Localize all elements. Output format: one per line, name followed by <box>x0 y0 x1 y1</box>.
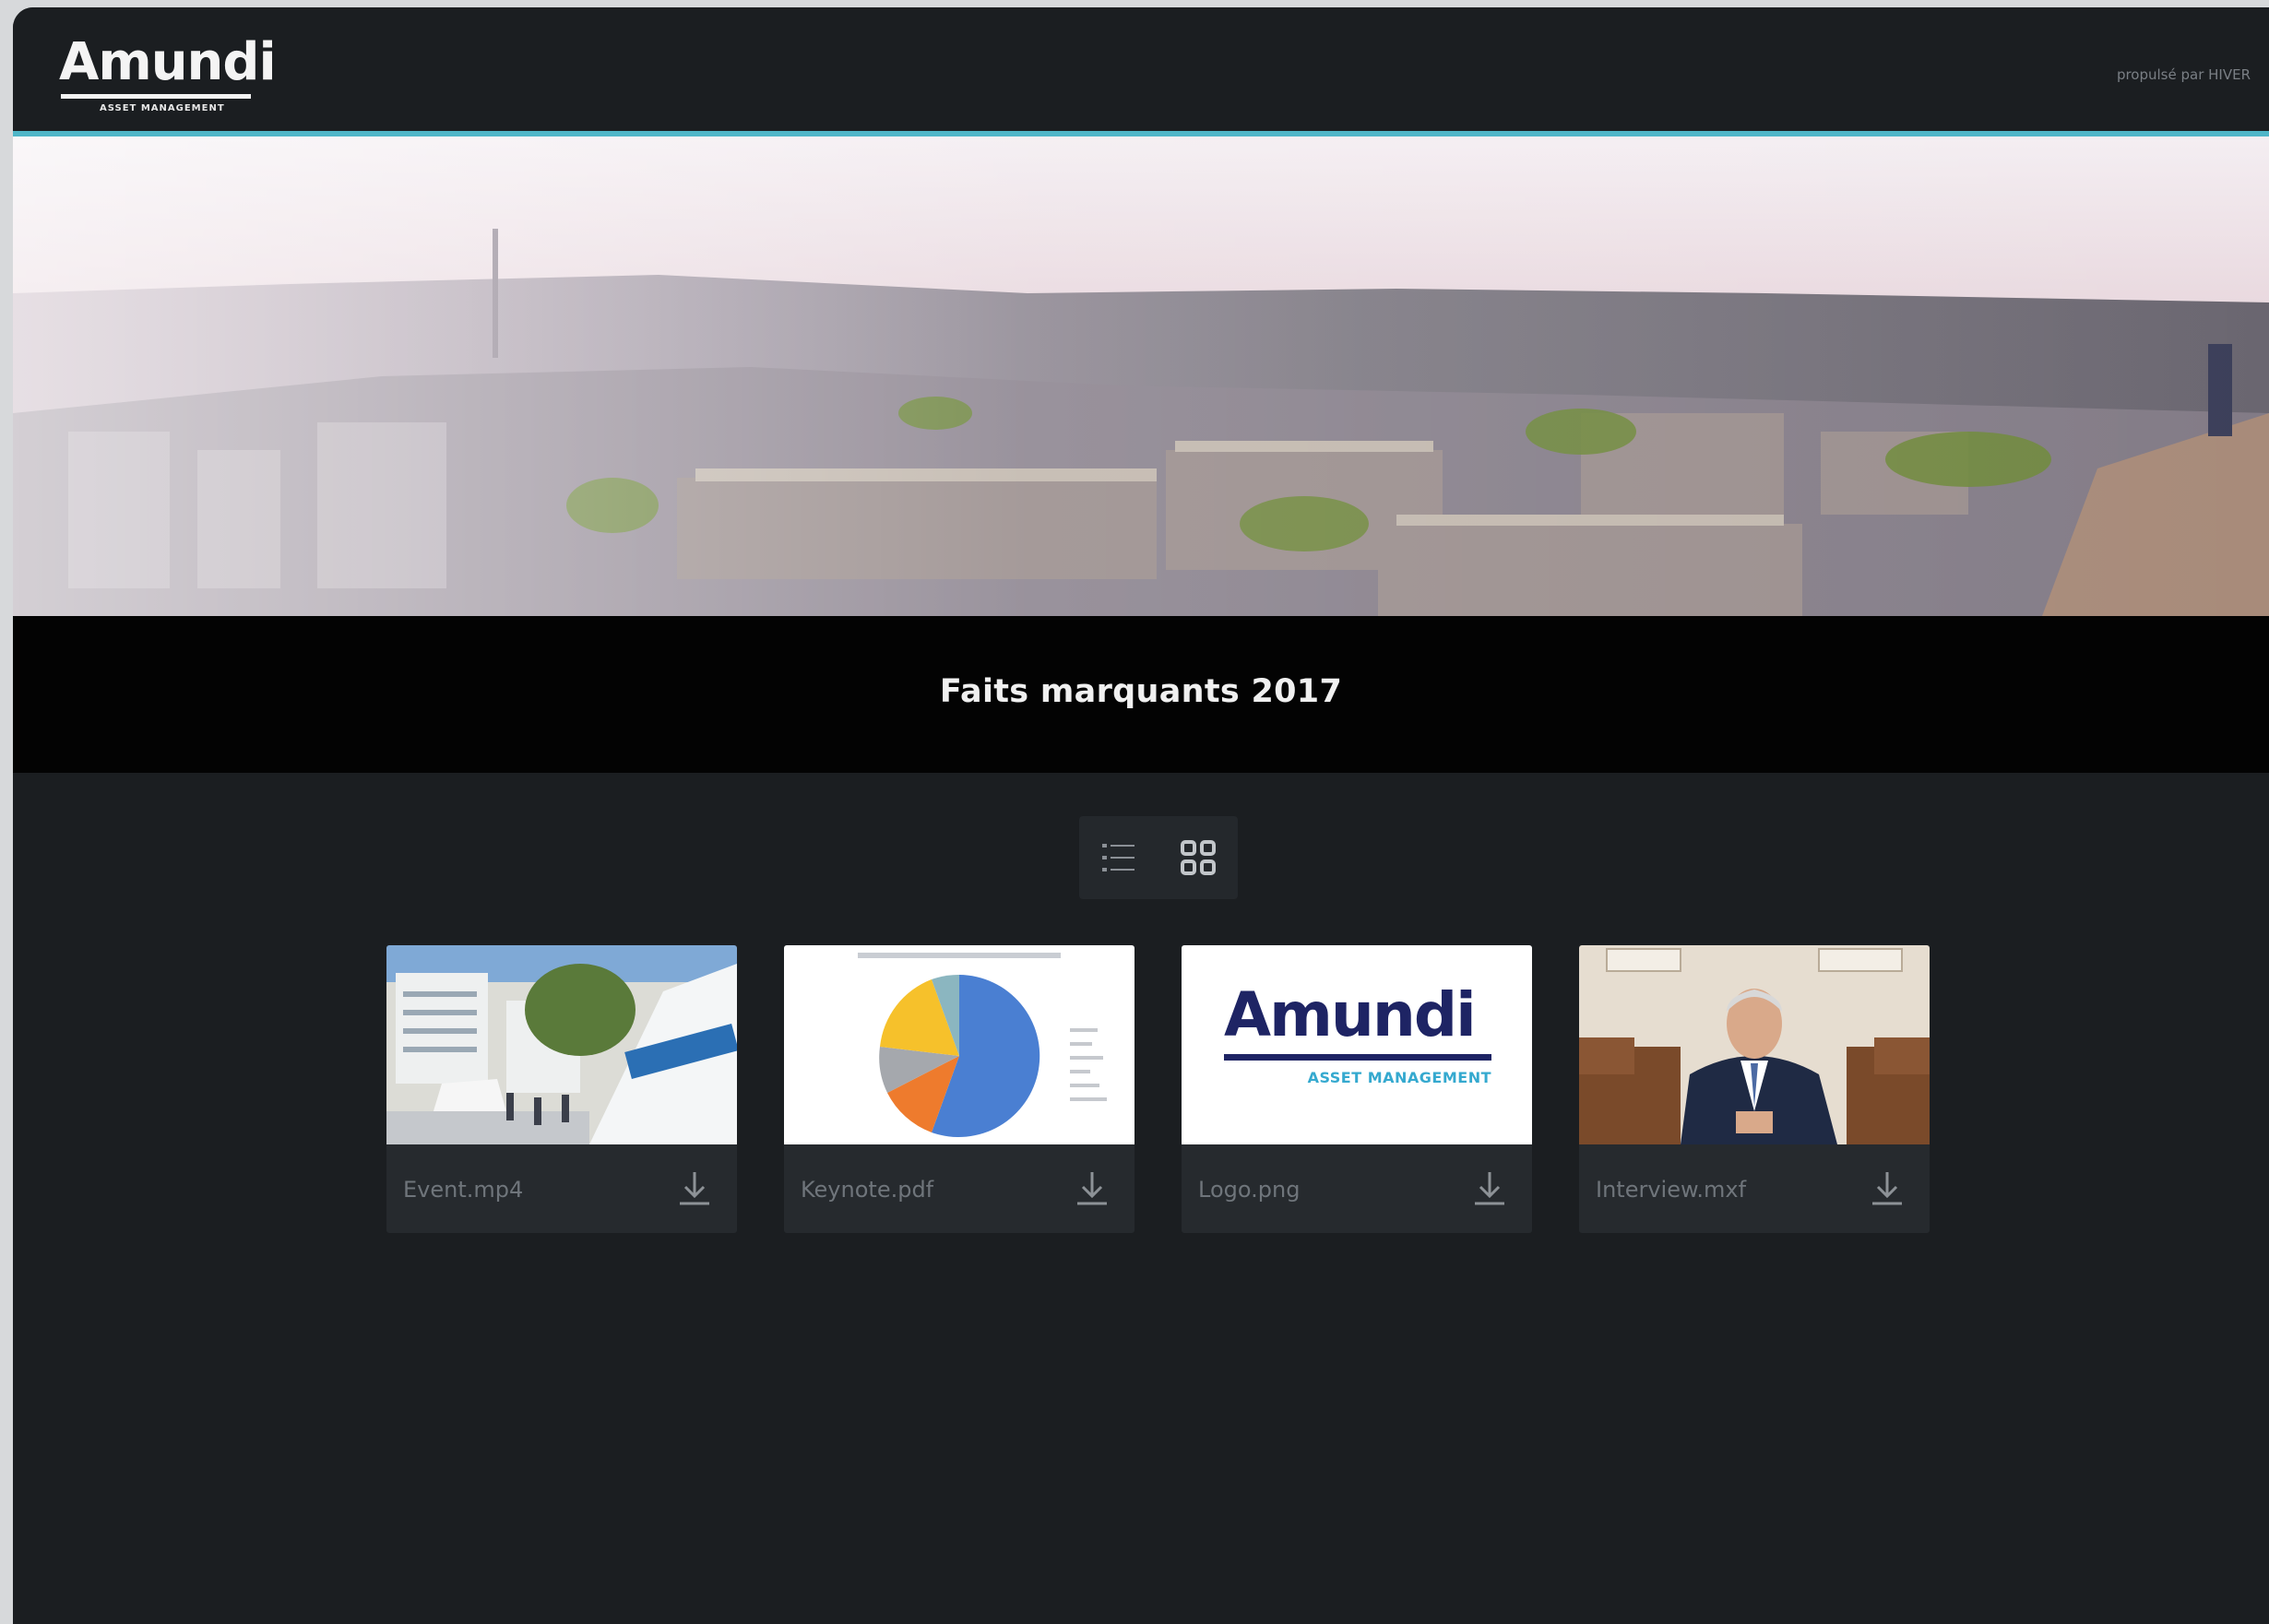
logo-wordmark: Amundi <box>59 32 277 92</box>
file-card-keynote[interactable]: Keynote.pdf <box>784 945 1134 1233</box>
download-icon <box>1475 1172 1504 1205</box>
thumb-logo-subtitle: ASSET MANAGEMENT <box>1307 1069 1491 1086</box>
paris-panorama-image <box>13 136 2269 616</box>
download-button[interactable] <box>1074 1168 1111 1209</box>
title-bar: Faits marquants 2017 <box>13 616 2269 773</box>
list-icon <box>1102 844 1134 871</box>
hero-banner <box>13 136 2269 616</box>
grid-view-button[interactable] <box>1158 816 1238 899</box>
file-card-logo[interactable]: Amundi ASSET MANAGEMENT Logo.png <box>1182 945 1532 1233</box>
file-name: Interview.mxf <box>1596 1177 1747 1203</box>
thumb-logo-wordmark: Amundi <box>1224 979 1477 1050</box>
app-window: Amundi ASSET MANAGEMENT propulsé par HIV… <box>13 7 2269 1624</box>
file-card-event[interactable]: Event.mp4 <box>386 945 737 1233</box>
file-card-footer: Interview.mxf <box>1579 1144 1930 1233</box>
download-button[interactable] <box>676 1168 713 1209</box>
pie-chart-thumbnail[interactable] <box>784 945 1134 1144</box>
logo-subtitle: ASSET MANAGEMENT <box>100 103 225 113</box>
view-toggle <box>1079 816 1238 899</box>
download-button[interactable] <box>1869 1168 1906 1209</box>
interview-photo-thumbnail[interactable] <box>1579 945 1930 1144</box>
download-icon <box>680 1172 709 1205</box>
download-icon <box>1077 1172 1107 1205</box>
amundi-logo-thumbnail[interactable]: Amundi ASSET MANAGEMENT <box>1182 945 1532 1144</box>
file-card-footer: Logo.png <box>1182 1144 1532 1233</box>
file-card-footer: Event.mp4 <box>386 1144 737 1233</box>
logo-underline <box>61 94 251 99</box>
amundi-logo[interactable]: Amundi ASSET MANAGEMENT <box>59 33 277 121</box>
download-button[interactable] <box>1471 1168 1508 1209</box>
file-card-interview[interactable]: Interview.mxf <box>1579 945 1930 1233</box>
file-name: Keynote.pdf <box>801 1177 934 1203</box>
list-view-button[interactable] <box>1079 816 1158 899</box>
event-photo-thumbnail[interactable] <box>386 945 737 1144</box>
file-card-footer: Keynote.pdf <box>784 1144 1134 1233</box>
file-name: Event.mp4 <box>403 1177 524 1203</box>
page-title: Faits marquants 2017 <box>939 673 1343 710</box>
powered-by-text: propulsé par HIVER <box>2116 66 2251 83</box>
top-bar: Amundi ASSET MANAGEMENT propulsé par HIV… <box>13 7 2269 136</box>
file-name: Logo.png <box>1198 1177 1301 1203</box>
thumb-logo-underline <box>1224 1054 1491 1061</box>
grid-icon <box>1181 840 1216 875</box>
download-icon <box>1872 1172 1902 1205</box>
